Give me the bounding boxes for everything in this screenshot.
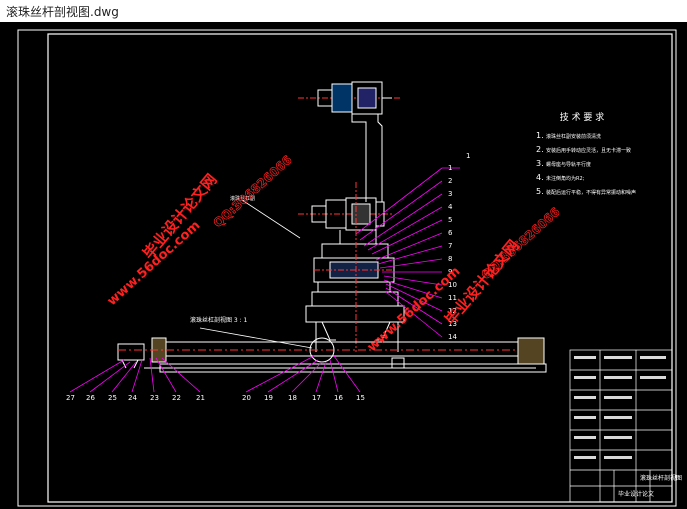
part-number-bottom: 16: [334, 394, 343, 402]
part-number-bottom: 26: [86, 394, 95, 402]
watermark-left: 毕业设计论文网 www.56doc.com QQ:306826066: [105, 152, 295, 309]
part-number-right: 3: [448, 190, 452, 198]
tech-title: 技 术 要 求: [560, 111, 605, 123]
window-title: 滚珠丝杆剖视图.dwg: [6, 5, 119, 19]
part-number-right: 14: [448, 333, 457, 341]
cad-canvas[interactable]: 1 2 3 4 5 6 7 8 9 10 11 12 13 14 27 26 25 24 23 22 21 20 19 18…: [0, 22, 687, 509]
part-number-bottom: 15: [356, 394, 365, 402]
title-block-fill: [574, 356, 666, 459]
tech-item-note: 滚珠丝杠副安装前须清洗: [546, 133, 601, 140]
window-title-bar: 滚珠丝杆剖视图.dwg: [0, 0, 687, 23]
motor-top: [298, 81, 400, 202]
title-block-company: 毕业设计论文: [618, 490, 654, 498]
tech-item-note: 装配后运行平稳，不得有异常振动和噪声: [546, 189, 636, 196]
watermark-qq-right: QQ:306826066: [479, 205, 563, 283]
part-number-bottom: 24: [128, 394, 137, 402]
part-number-bottom: 18: [288, 394, 297, 402]
part-number-top-one: 1: [466, 152, 470, 160]
part-number-right: 5: [448, 216, 452, 224]
part-number-bottom: 27: [66, 394, 75, 402]
part-number-bottom: 19: [264, 394, 273, 402]
part-number-right: 4: [448, 203, 453, 211]
part-number-bottom: 23: [150, 394, 159, 402]
tech-item-number: 4.: [536, 173, 544, 182]
part-number-bottom: 25: [108, 394, 117, 402]
part-number-right: 7: [448, 242, 452, 250]
part-number-bottom: 22: [172, 394, 181, 402]
tech-item-note: 未注倒角均为R2;: [546, 175, 585, 182]
title-block-drawing-name: 滚珠丝杆剖视图: [640, 474, 682, 482]
part-number-bottom: 20: [242, 394, 251, 402]
tech-item-number: 1.: [536, 131, 544, 140]
part-number-right: 8: [448, 255, 452, 263]
tech-item-note: 安装后用手转动应灵活，且无卡滞一致: [546, 147, 631, 154]
part-number-right: 1: [448, 164, 452, 172]
detail-note: 滚珠丝杠剖视图 3 : 1: [190, 316, 248, 324]
part-number-bottom: 17: [312, 394, 321, 402]
motor-middle: [298, 197, 394, 244]
watermark-qq-left: QQ:306826066: [211, 153, 295, 231]
part-number-right: 6: [448, 229, 453, 237]
tech-item-number: 5.: [536, 187, 544, 196]
part-numbers-bottom: 27 26 25 24 23 22 21 20 19 18 17 16 15: [66, 394, 365, 402]
tech-item-number: 3.: [536, 159, 544, 168]
watermark-site-left: www.56doc.com: [105, 218, 204, 309]
leader-lines-bottom: [69, 355, 361, 393]
part-number-right: 2: [448, 177, 452, 185]
tech-item-note: 螺母座与导轨平行度: [546, 161, 591, 168]
part-number-bottom: 21: [196, 394, 205, 402]
tech-item-number: 2.: [536, 145, 544, 154]
tech-requirements: 1. 滚珠丝杠副安装前须清洗2. 安装后用手转动应灵活，且无卡滞一致3. 螺母座与导轨…: [536, 131, 636, 196]
